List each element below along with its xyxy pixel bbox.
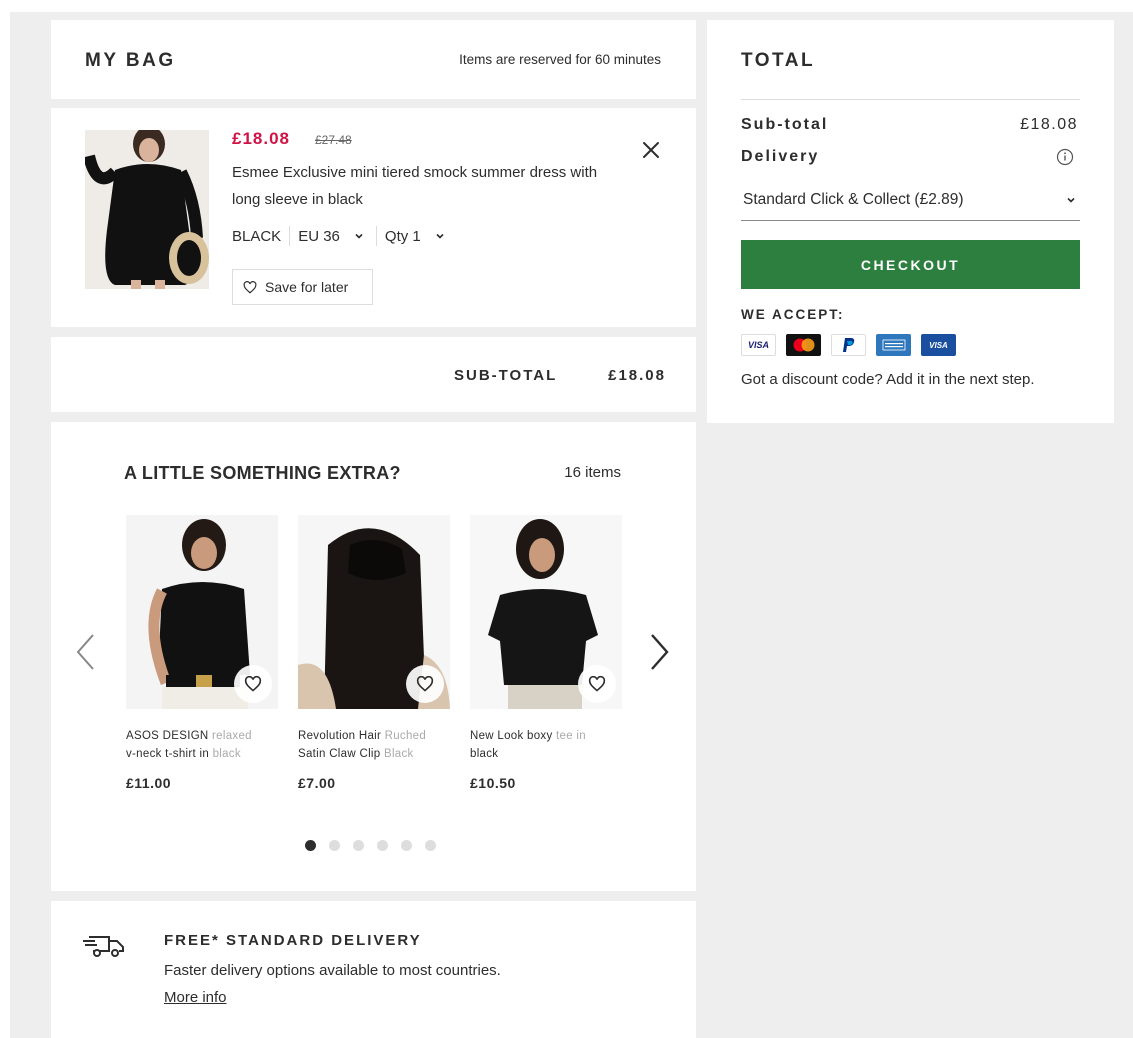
subtotal-value: £18.08 [608, 367, 666, 384]
remove-item-button[interactable] [639, 138, 663, 162]
visa-electron-icon: VISA [921, 334, 956, 356]
favourite-button[interactable] [406, 665, 444, 703]
product-name-part: black [212, 748, 241, 760]
product-card-image[interactable] [298, 515, 450, 709]
item-colour: BLACK [232, 227, 282, 245]
product-name-part: tee in [556, 730, 586, 742]
product-name-part: black [470, 748, 499, 760]
subtotal-label: SUB-TOTAL [454, 367, 558, 384]
product-card-price: £7.00 [298, 775, 336, 791]
bag-title: MY BAG [85, 50, 176, 71]
product-card[interactable]: Revolution Hair Ruched Satin Claw Clip B… [298, 515, 450, 791]
payment-methods: VISA VISA [741, 334, 956, 356]
carousel-pagination [305, 840, 436, 851]
size-value: EU 36 [298, 227, 340, 245]
subtotal-panel: SUB-TOTAL £18.08 [51, 337, 696, 412]
product-name-part: v-neck t-shirt in [126, 748, 213, 760]
delivery-label: Delivery [741, 148, 820, 165]
recommendations-panel: A LITTLE SOMETHING EXTRA? 16 items ASOS … [51, 422, 696, 891]
carousel-next-button[interactable] [646, 632, 672, 672]
item-attributes: BLACK EU 36 Qty 1 [232, 225, 445, 247]
delivery-panel: FREE* STANDARD DELIVERY Faster delivery … [51, 901, 696, 1038]
mastercard-icon [786, 334, 821, 356]
recommendations-count: 16 items [564, 464, 621, 481]
heart-icon [244, 676, 262, 692]
carousel-dot[interactable] [305, 840, 316, 851]
visa-icon: VISA [741, 334, 776, 356]
carousel-dot[interactable] [377, 840, 388, 851]
chevron-left-icon [76, 634, 94, 670]
amex-icon [876, 334, 911, 356]
carousel-dot[interactable] [401, 840, 412, 851]
paypal-icon [831, 334, 866, 356]
chevron-down-icon [1067, 197, 1075, 203]
product-card-price: £10.50 [470, 775, 516, 791]
heart-icon [588, 676, 606, 692]
product-card[interactable]: ASOS DESIGN relaxed v-neck t-shirt in bl… [126, 515, 278, 791]
info-icon [1056, 148, 1074, 166]
discount-note: Got a discount code? Add it in the next … [741, 371, 1035, 388]
product-card-price: £11.00 [126, 775, 172, 791]
close-icon [643, 142, 659, 158]
delivery-info-button[interactable] [1056, 148, 1074, 166]
product-name-part: Black [383, 748, 414, 760]
reserve-note: Items are reserved for 60 minutes [459, 52, 661, 67]
product-card-name[interactable]: New Look boxy tee in black [470, 727, 622, 763]
total-panel: TOTAL Sub-total £18.08 Delivery Standard… [707, 20, 1114, 423]
delivery-description: Faster delivery options available to mos… [164, 962, 501, 979]
save-for-later-label: Save for later [265, 279, 349, 295]
chevron-down-icon [355, 233, 363, 239]
subtotal-label: Sub-total [741, 116, 829, 133]
subtotal-value: £18.08 [1020, 116, 1078, 133]
delivery-option-select[interactable]: Standard Click & Collect (£2.89) [741, 185, 1080, 221]
qty-select[interactable]: Qty 1 [385, 228, 445, 245]
carousel-dot[interactable] [329, 840, 340, 851]
product-name-part: Revolution Hair [298, 730, 385, 742]
favourite-button[interactable] [578, 665, 616, 703]
product-card-name[interactable]: ASOS DESIGN relaxed v-neck t-shirt in bl… [126, 727, 278, 763]
checkout-button[interactable]: CHECKOUT [741, 240, 1080, 289]
product-card-image[interactable] [470, 515, 622, 709]
product-image[interactable] [85, 130, 209, 289]
carousel-dot[interactable] [353, 840, 364, 851]
product-name-part: relaxed [212, 730, 252, 742]
total-title: TOTAL [741, 50, 816, 71]
delivery-option-value: Standard Click & Collect (£2.89) [743, 190, 964, 208]
more-info-link[interactable]: More info [164, 989, 227, 1006]
item-name[interactable]: Esmee Exclusive mini tiered smock summer… [232, 159, 602, 213]
bag-item: £18.08 £27.48 Esmee Exclusive mini tiere… [51, 108, 696, 327]
product-name-part: Satin Claw Clip [298, 748, 384, 760]
product-card-name[interactable]: Revolution Hair Ruched Satin Claw Clip B… [298, 727, 450, 763]
item-price: £18.08 [232, 129, 290, 148]
product-name-part: ASOS DESIGN [126, 730, 213, 742]
save-for-later-button[interactable]: Save for later [232, 269, 373, 305]
delivery-title: FREE* STANDARD DELIVERY [164, 932, 422, 949]
product-card[interactable]: New Look boxy tee in black £10.50 [470, 515, 622, 791]
carousel-dot[interactable] [425, 840, 436, 851]
qty-value: Qty 1 [384, 227, 421, 245]
heart-icon [416, 676, 434, 692]
heart-icon [243, 280, 257, 294]
favourite-button[interactable] [234, 665, 272, 703]
item-original-price: £27.48 [315, 133, 352, 147]
size-select[interactable]: EU 36 [298, 228, 364, 245]
we-accept-label: WE ACCEPT: [741, 307, 845, 322]
product-name-part: New Look boxy [470, 730, 557, 742]
carousel-prev-button[interactable] [73, 632, 99, 672]
chevron-down-icon [436, 233, 444, 239]
product-name-part: Ruched [384, 730, 427, 742]
bag-header: MY BAG Items are reserved for 60 minutes [51, 20, 696, 99]
divider [289, 226, 291, 246]
delivery-truck-icon [83, 936, 124, 957]
chevron-right-icon [651, 634, 669, 670]
product-card-image[interactable] [126, 515, 278, 709]
recommendations-title: A LITTLE SOMETHING EXTRA? [124, 463, 401, 483]
divider [375, 226, 377, 246]
divider [741, 99, 1080, 100]
